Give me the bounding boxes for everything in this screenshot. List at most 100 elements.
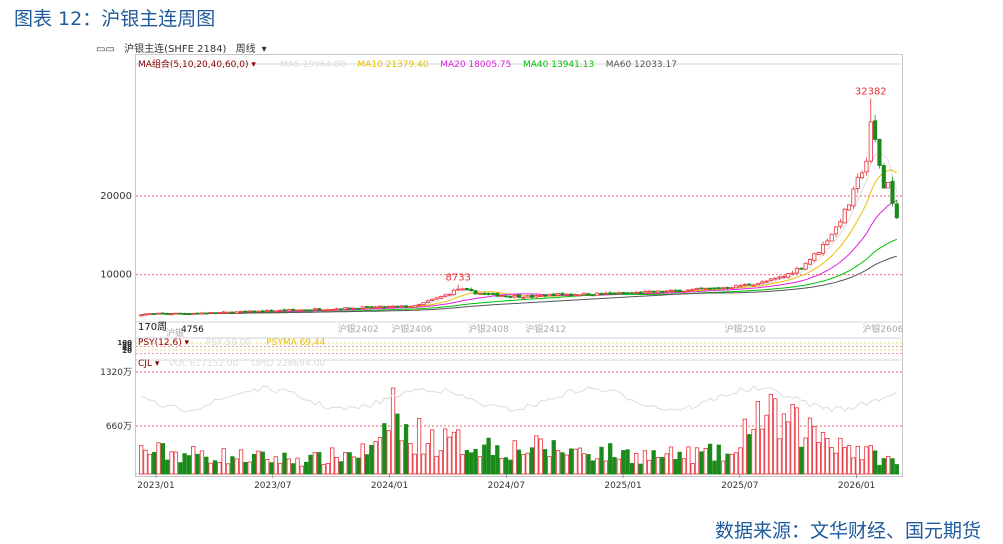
volume-bar bbox=[199, 450, 205, 475]
candle-body bbox=[829, 233, 834, 242]
candle bbox=[356, 307, 361, 310]
volume-bar bbox=[256, 450, 261, 475]
candle bbox=[881, 163, 886, 189]
candle bbox=[825, 238, 830, 246]
ma-line-10 bbox=[141, 169, 898, 316]
candle-body bbox=[152, 313, 157, 315]
volume-bar bbox=[278, 462, 283, 475]
candle bbox=[364, 305, 370, 309]
volume-bar bbox=[434, 455, 439, 475]
ma-legend-item: MA60 12033.17 bbox=[606, 60, 677, 70]
candle-body bbox=[838, 221, 843, 227]
candle-body bbox=[434, 297, 439, 300]
candle bbox=[338, 307, 343, 311]
volume-bar bbox=[664, 453, 669, 475]
candle-body bbox=[747, 283, 752, 286]
volume-bar bbox=[760, 428, 765, 475]
volume-bar bbox=[204, 456, 209, 475]
candle-body bbox=[529, 294, 535, 298]
volume-bar bbox=[525, 452, 530, 475]
candle-body bbox=[456, 288, 461, 291]
stock-chart: 10000200001320万660万 10080484020 MA组合(5,1… bbox=[100, 58, 903, 491]
candle-body bbox=[265, 310, 270, 312]
volume-bar bbox=[807, 417, 813, 475]
candle bbox=[191, 312, 196, 315]
volume-bar bbox=[560, 452, 565, 475]
candle-body bbox=[317, 308, 322, 311]
volume-bar bbox=[499, 458, 504, 475]
volume-bar bbox=[790, 404, 795, 475]
volume-bar bbox=[529, 447, 535, 475]
volume-bar bbox=[251, 453, 257, 475]
candle bbox=[434, 296, 439, 300]
volume-bar bbox=[812, 426, 817, 475]
candle-body bbox=[556, 293, 561, 296]
candle-body bbox=[833, 226, 839, 235]
x-tick-label: 2024/07 bbox=[488, 481, 525, 491]
x-tick-label: 2025/01 bbox=[604, 481, 641, 491]
candle-body bbox=[564, 293, 569, 296]
candle-body bbox=[269, 309, 274, 312]
candle bbox=[221, 310, 226, 314]
psy-legend-item: PSY 50.00 bbox=[206, 338, 252, 348]
volume-bar bbox=[139, 445, 144, 475]
volume-bar bbox=[360, 443, 365, 475]
volume-bar bbox=[538, 438, 543, 475]
volume-bar bbox=[694, 447, 700, 475]
candle-body bbox=[755, 283, 760, 286]
volume-bar bbox=[469, 452, 474, 475]
volume-bar bbox=[416, 418, 422, 475]
volume-bar bbox=[464, 450, 470, 475]
volume-bar bbox=[690, 463, 695, 475]
candle bbox=[204, 312, 209, 315]
candle bbox=[868, 98, 873, 164]
candle-body bbox=[599, 293, 604, 295]
volume-bar bbox=[764, 414, 769, 475]
candle-body bbox=[725, 286, 730, 289]
candle-body bbox=[673, 289, 678, 292]
cjl-legend-item: VOL 617152.00 bbox=[169, 359, 239, 369]
figure-source: 数据来源：文华财经、国元期货 bbox=[714, 520, 981, 542]
candle-body bbox=[820, 244, 826, 254]
volume-bar bbox=[264, 459, 270, 475]
overlay-value-label: 4756 bbox=[181, 325, 204, 335]
x-tick-label: 2023/01 bbox=[137, 481, 174, 491]
candle-body bbox=[473, 290, 478, 295]
volume-bar bbox=[473, 449, 478, 475]
volume-bar bbox=[382, 423, 387, 475]
candle bbox=[634, 290, 639, 294]
volume-bar bbox=[608, 443, 613, 475]
volume-bar bbox=[686, 446, 691, 475]
volume-bar bbox=[217, 461, 222, 475]
candle bbox=[239, 310, 244, 313]
candle bbox=[855, 173, 860, 194]
candle-body bbox=[638, 291, 643, 294]
candle-body bbox=[860, 172, 865, 179]
candle-body bbox=[512, 294, 517, 298]
candle bbox=[660, 290, 665, 293]
volume-bar bbox=[820, 432, 826, 475]
candle bbox=[395, 305, 400, 308]
candle-body bbox=[499, 295, 504, 298]
candle-body bbox=[451, 289, 456, 296]
volume-bar bbox=[243, 462, 248, 475]
candle-body bbox=[651, 290, 656, 293]
candle bbox=[430, 298, 435, 302]
candle-body bbox=[299, 309, 304, 312]
volume-bar bbox=[599, 446, 604, 475]
candle-body bbox=[391, 305, 396, 308]
volume-bar bbox=[707, 443, 713, 475]
candle-body bbox=[139, 314, 144, 317]
candle-body bbox=[204, 312, 209, 315]
volume-tick-label: 660万 bbox=[106, 422, 132, 432]
volume-bar bbox=[542, 449, 548, 475]
candle bbox=[412, 305, 417, 308]
contract-label: 沪银2402 bbox=[338, 323, 379, 335]
candle-body bbox=[573, 294, 578, 297]
candle-body bbox=[273, 310, 278, 313]
volume-bar bbox=[729, 453, 734, 475]
week-count-label: 170周 bbox=[138, 321, 167, 333]
candle-body bbox=[569, 293, 574, 296]
candle-body bbox=[842, 208, 847, 224]
candle-body bbox=[825, 240, 830, 246]
